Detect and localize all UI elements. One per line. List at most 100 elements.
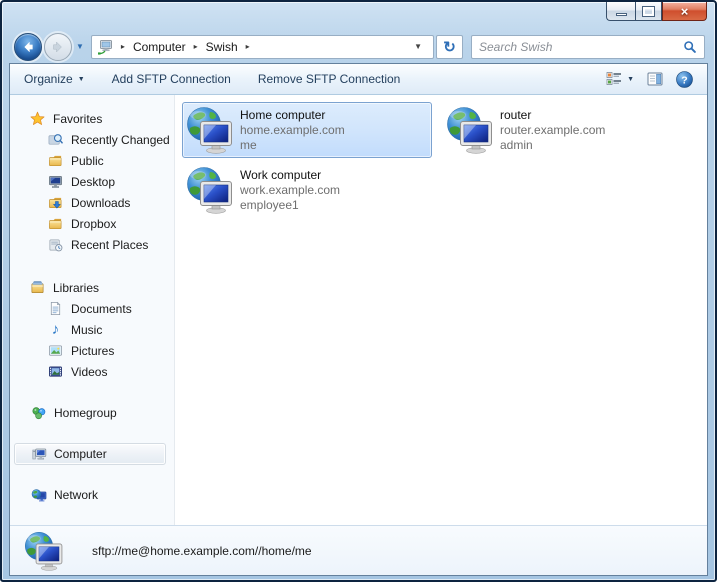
back-button[interactable] [14,32,42,61]
sidebar-item-videos[interactable]: Videos [10,361,174,382]
downloads-folder-icon [47,195,64,211]
preview-pane-button[interactable] [647,71,663,87]
sidebar-item-label: Network [54,488,99,502]
sidebar-group-libraries[interactable]: Libraries [10,277,174,298]
star-icon [29,111,46,127]
content-row: Favorites Recently Changed Public Deskto… [10,95,707,525]
sidebar-item-dropbox[interactable]: Dropbox [10,213,174,234]
connection-tile-work-computer[interactable]: Work computer work.example.com employee1 [182,162,432,218]
sidebar-item-label: Pictures [71,343,115,358]
details-pane: sftp://me@home.example.com//home/me [10,525,707,575]
sidebar-item-label: Downloads [71,195,131,210]
chevron-down-icon: ▼ [627,75,634,83]
forward-arrow-icon [50,39,66,55]
computer-icon [30,446,47,462]
connection-name: router [500,108,532,122]
sidebar-item-label: Music [71,322,103,337]
search-box [471,34,705,59]
sidebar-item-label: Public [71,153,104,168]
change-view-button[interactable]: ▼ [606,71,634,87]
folder-icon [47,216,64,232]
desktop-icon [47,174,64,190]
navigation-bar: ▼ ▸ Computer ▸ Swish ▸ ▼ ↻ [2,30,715,63]
minimize-icon [615,12,627,16]
sidebar-group-favorites[interactable]: Favorites [10,108,174,129]
sidebar-item-music[interactable]: ♪ Music [10,319,174,340]
connection-tile-router[interactable]: router router.example.com admin [442,102,692,158]
connection-name: Work computer [240,168,322,182]
sidebar-item-label: Documents [71,301,132,316]
remove-sftp-connection-button[interactable]: Remove SFTP Connection [258,72,401,86]
add-sftp-connection-label: Add SFTP Connection [111,72,231,86]
address-bar[interactable]: ▸ Computer ▸ Swish ▸ ▼ [90,34,434,59]
sidebar-item-computer[interactable]: Computer [14,443,166,465]
connection-name: Home computer [240,108,326,122]
minimize-button[interactable] [606,2,635,21]
sidebar-group-label: Libraries [53,280,100,295]
selected-item-url: sftp://me@home.example.com//home/me [92,543,312,558]
sidebar-item-label: Desktop [71,174,116,189]
svg-text:?: ? [681,74,687,86]
recent-pages-dropdown[interactable]: ▼ [72,42,89,51]
organize-label: Organize [24,72,73,86]
organize-button[interactable]: Organize ▼ [24,72,85,86]
sidebar-item-pictures[interactable]: Pictures [10,340,174,361]
sidebar-item-label: Computer [54,447,107,461]
back-arrow-icon [20,39,36,55]
sftp-host-icon [186,166,234,214]
tile-text: Work computer work.example.com employee1 [240,167,340,213]
maximize-icon [642,5,655,17]
connection-user: employee1 [240,198,299,212]
remove-sftp-connection-label: Remove SFTP Connection [257,72,401,86]
chevron-down-icon: ▼ [77,75,85,83]
maximize-button[interactable] [635,2,662,21]
explorer-window: × ▼ ▸ Computer ▸ Swish ▸ ▼ ↻ Search Swis… [0,0,717,582]
help-button[interactable]: ? [676,70,693,88]
sidebar-item-label: Homegroup [54,406,117,420]
network-icon [30,487,47,503]
sidebar-item-network[interactable]: Network [14,484,166,506]
connection-host: work.example.com [240,183,341,197]
close-icon: × [680,3,689,19]
sidebar-item-label: Dropbox [71,216,117,231]
breadcrumb-separator-icon: ▸ [245,42,250,51]
sidebar-item-public[interactable]: Public [10,150,174,171]
sidebar-group-label: Favorites [53,111,103,126]
file-list: Home computer home.example.com me router… [175,95,707,525]
forward-button[interactable] [44,32,72,61]
add-sftp-connection-button[interactable]: Add SFTP Connection [112,72,231,86]
breadcrumb-item-computer[interactable]: Computer [133,40,186,54]
close-button[interactable]: × [662,2,707,21]
sidebar-item-label: Recently Changed [71,132,170,147]
picture-icon [47,343,64,359]
client-area: Organize ▼ Add SFTP Connection Remove SF… [9,63,708,576]
sidebar-item-recent-places[interactable]: Recent Places [10,234,174,255]
address-dropdown-icon[interactable]: ▼ [408,42,428,51]
refresh-button[interactable]: ↻ [436,34,463,59]
command-toolbar: Organize ▼ Add SFTP Connection Remove SF… [10,64,707,95]
sidebar-item-documents[interactable]: Documents [10,298,174,319]
search-input[interactable] [479,39,683,54]
sidebar-item-label: Videos [71,364,108,379]
sidebar-item-desktop[interactable]: Desktop [10,171,174,192]
connection-user: me [240,138,257,152]
libraries-icon [29,280,46,296]
recent-places-icon [47,237,64,253]
homegroup-icon [30,405,47,421]
breadcrumb-separator-icon: ▸ [193,42,198,51]
breadcrumb-item-swish[interactable]: Swish [206,40,238,54]
sidebar-item-downloads[interactable]: Downloads [10,192,174,213]
sidebar-item-recently-changed[interactable]: Recently Changed [10,129,174,150]
help-icon: ? [676,70,693,88]
tile-text: router router.example.com admin [500,107,605,153]
preview-pane-icon [647,71,663,87]
search-icon[interactable] [683,40,697,54]
connection-tile-home-computer[interactable]: Home computer home.example.com me [182,102,432,158]
connection-user: admin [500,138,533,152]
sidebar-item-homegroup[interactable]: Homegroup [14,402,166,424]
title-bar[interactable]: × [2,2,715,30]
